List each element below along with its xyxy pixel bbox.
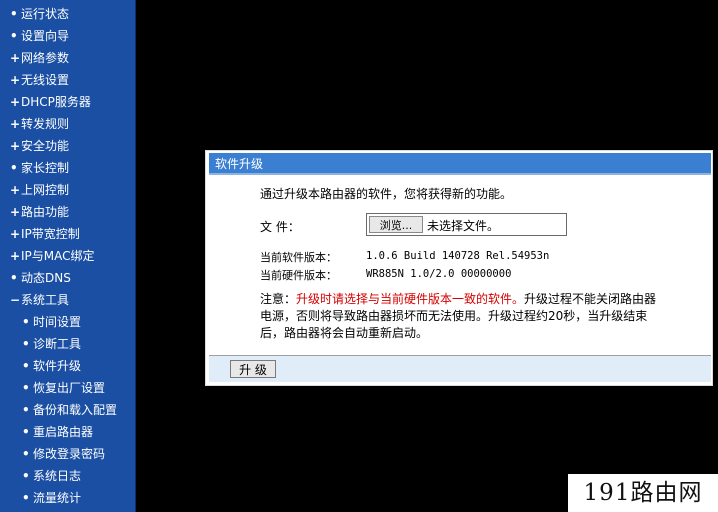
sidebar-subitem-time[interactable]: • 时间设置 xyxy=(22,312,81,332)
expand-icon: + xyxy=(10,51,21,65)
sidebar-subitem-change-password[interactable]: • 修改登录密码 xyxy=(22,444,105,464)
sidebar-item-label: 时间设置 xyxy=(33,315,82,329)
sidebar-item-dhcp[interactable]: +DHCP服务器 xyxy=(10,92,91,112)
sidebar-item-label: 转发规则 xyxy=(21,117,70,131)
panel-title: 软件升级 xyxy=(209,153,711,175)
sidebar-item-status[interactable]: • 运行状态 xyxy=(10,4,69,24)
notice-prefix: 注意： xyxy=(260,292,297,306)
file-status: 未选择文件。 xyxy=(427,219,500,233)
sidebar-item-label: IP与MAC绑定 xyxy=(21,249,95,263)
bullet-icon: • xyxy=(22,337,30,351)
bullet-icon: • xyxy=(22,403,30,417)
sidebar-item-label: 设置向导 xyxy=(21,29,70,43)
sidebar-item-label: 重启路由器 xyxy=(33,425,94,439)
bullet-icon: • xyxy=(22,447,30,461)
file-input[interactable]: 浏览... 未选择文件。 xyxy=(366,213,567,236)
sidebar-item-system-tools[interactable]: −系统工具 xyxy=(10,290,69,310)
site-watermark: 191路由网 xyxy=(568,474,718,512)
sidebar-item-label: 安全功能 xyxy=(21,139,70,153)
bullet-icon: • xyxy=(10,7,18,21)
sidebar-item-label: 软件升级 xyxy=(33,359,82,373)
sidebar-item-label: 无线设置 xyxy=(21,73,70,87)
file-label: 文 件： xyxy=(260,220,300,234)
bullet-icon: • xyxy=(22,359,30,373)
expand-icon: + xyxy=(10,249,21,263)
expand-icon: + xyxy=(10,183,21,197)
sidebar-item-label: 家长控制 xyxy=(21,161,70,175)
sidebar-subitem-system-log[interactable]: • 系统日志 xyxy=(22,466,81,486)
expand-icon: + xyxy=(10,227,21,241)
expand-icon: + xyxy=(10,73,21,87)
sidebar-item-label: 恢复出厂设置 xyxy=(33,381,106,395)
sidebar-item-bandwidth[interactable]: +IP带宽控制 xyxy=(10,224,80,244)
sidebar-item-routing[interactable]: +路由功能 xyxy=(10,202,69,222)
firmware-upgrade-panel: 软件升级 通过升级本路由器的软件，您将获得新的功能。 文 件： 浏览... 未选… xyxy=(205,150,713,386)
expand-icon: + xyxy=(10,95,21,109)
sidebar-item-label: 修改登录密码 xyxy=(33,447,106,461)
sidebar-item-label: DHCP服务器 xyxy=(21,95,91,109)
collapse-icon: − xyxy=(10,293,21,307)
bullet-icon: • xyxy=(22,425,30,439)
sidebar-subitem-factory-reset[interactable]: • 恢复出厂设置 xyxy=(22,378,105,398)
bullet-icon: • xyxy=(10,271,18,285)
sidebar-item-label: 动态DNS xyxy=(21,271,71,285)
bullet-icon: • xyxy=(22,491,30,505)
sidebar-item-ddns[interactable]: • 动态DNS xyxy=(10,268,71,288)
sidebar-subitem-backup-restore[interactable]: • 备份和载入配置 xyxy=(22,400,117,420)
sidebar-item-label: 上网控制 xyxy=(21,183,70,197)
sidebar-item-wireless[interactable]: +无线设置 xyxy=(10,70,69,90)
sidebar-item-network[interactable]: +网络参数 xyxy=(10,48,69,68)
sidebar-item-label: 网络参数 xyxy=(21,51,70,65)
bullet-icon: • xyxy=(10,161,18,175)
bullet-icon: • xyxy=(10,29,18,43)
sidebar-item-label: 诊断工具 xyxy=(33,337,82,351)
expand-icon: + xyxy=(10,205,21,219)
sidebar-subitem-traffic-stats[interactable]: • 流量统计 xyxy=(22,488,81,508)
sidebar-item-setup-wizard[interactable]: • 设置向导 xyxy=(10,26,69,46)
upgrade-notice: 注意：升级时请选择与当前硬件版本一致的软件。升级过程不能关闭路由器电源，否则将导… xyxy=(260,291,665,342)
bullet-icon: • xyxy=(22,381,30,395)
notice-warning: 升级时请选择与当前硬件版本一致的软件。 xyxy=(296,292,525,306)
sidebar-item-security[interactable]: +安全功能 xyxy=(10,136,69,156)
sidebar-item-ip-mac-binding[interactable]: +IP与MAC绑定 xyxy=(10,246,95,266)
software-version-label: 当前软件版本： xyxy=(260,251,337,264)
bullet-icon: • xyxy=(22,315,30,329)
expand-icon: + xyxy=(10,139,21,153)
sidebar-item-label: 系统工具 xyxy=(21,293,70,307)
sidebar-subitem-diagnostics[interactable]: • 诊断工具 xyxy=(22,334,81,354)
sidebar-item-access-control[interactable]: +上网控制 xyxy=(10,180,69,200)
sidebar-subitem-reboot[interactable]: • 重启路由器 xyxy=(22,422,93,442)
hardware-version-label: 当前硬件版本： xyxy=(260,269,337,282)
upgrade-button[interactable]: 升 级 xyxy=(230,360,276,378)
action-bar: 升 级 xyxy=(209,356,711,382)
sidebar-item-label: IP带宽控制 xyxy=(21,227,80,241)
sidebar-item-label: 系统日志 xyxy=(33,469,82,483)
expand-icon: + xyxy=(10,117,21,131)
sidebar-item-label: 运行状态 xyxy=(21,7,70,21)
sidebar-item-forwarding[interactable]: +转发规则 xyxy=(10,114,69,134)
sidebar-item-label: 备份和载入配置 xyxy=(33,403,118,417)
bullet-icon: • xyxy=(22,469,30,483)
intro-text: 通过升级本路由器的软件，您将获得新的功能。 xyxy=(260,187,513,201)
sidebar-item-label: 路由功能 xyxy=(21,205,70,219)
browse-button[interactable]: 浏览... xyxy=(369,216,423,233)
sidebar-item-parental-control[interactable]: • 家长控制 xyxy=(10,158,69,178)
sidebar-menu: • 运行状态 • 设置向导 +网络参数 +无线设置 +DHCP服务器 +转发规则 +… xyxy=(0,0,136,512)
software-version-value: 1.0.6 Build 140728 Rel.54953n xyxy=(366,250,550,262)
hardware-version-value: WR885N 1.0/2.0 00000000 xyxy=(366,268,512,280)
sidebar-item-label: 流量统计 xyxy=(33,491,82,505)
sidebar-subitem-firmware-upgrade[interactable]: • 软件升级 xyxy=(22,356,81,376)
